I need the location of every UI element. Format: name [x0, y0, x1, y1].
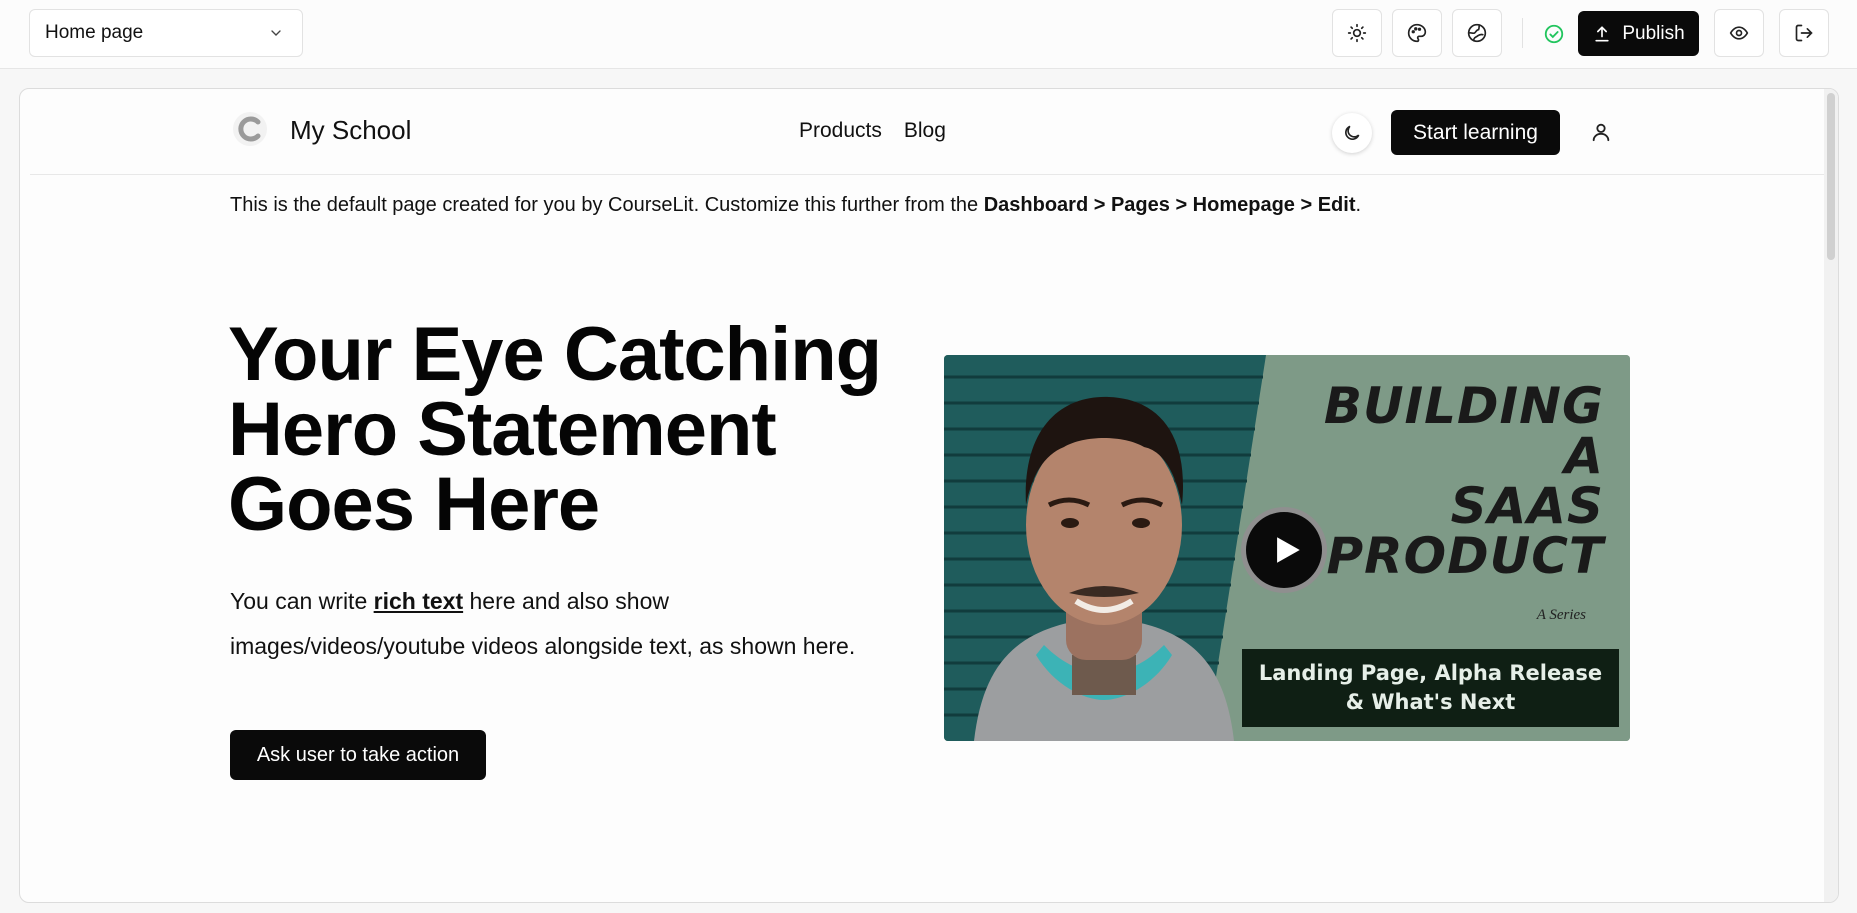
publish-button[interactable]: Publish	[1578, 11, 1699, 56]
play-icon	[1277, 537, 1300, 563]
video-caption-line: Landing Page, Alpha Release	[1258, 661, 1603, 685]
editor-toolbar: Home page Publish	[0, 0, 1857, 69]
default-page-notice: This is the default page created for you…	[230, 194, 1361, 217]
hero-text-link[interactable]: rich text	[374, 588, 463, 614]
sun-icon	[1347, 23, 1367, 43]
site-nav: Products Blog	[799, 119, 946, 143]
site-brand[interactable]: My School	[290, 115, 411, 146]
video-title-line: A	[1564, 427, 1604, 485]
play-button[interactable]	[1241, 507, 1327, 593]
nav-link-products[interactable]: Products	[799, 119, 882, 143]
theme-button[interactable]	[1332, 9, 1382, 57]
notice-path: Dashboard > Pages > Homepage > Edit	[983, 194, 1356, 216]
nav-link-blog[interactable]: Blog	[904, 119, 946, 143]
hero-text-start: You can write	[230, 588, 374, 614]
check-circle-icon	[1544, 24, 1564, 44]
design-button[interactable]	[1392, 9, 1442, 57]
video-thumbnail[interactable]: BUILDING A SAAS PRODUCT A Series Landing…	[944, 355, 1630, 741]
canvas-scrollbar[interactable]	[1824, 89, 1838, 902]
video-title-line: BUILDING	[1323, 377, 1604, 435]
site-header: My School Products Blog Start learning	[30, 89, 1826, 175]
palette-icon	[1407, 23, 1427, 43]
notice-suffix: .	[1355, 194, 1362, 216]
globe-icon	[1467, 23, 1487, 43]
chevron-down-icon	[271, 30, 281, 36]
page-canvas: My School Products Blog Start learning T…	[19, 88, 1839, 903]
scrollbar-thumb[interactable]	[1827, 93, 1835, 260]
hero-title: Your Eye Catching Hero Statement Goes He…	[228, 312, 882, 547]
logout-icon	[1795, 24, 1813, 42]
video-title: BUILDING A SAAS PRODUCT	[1324, 381, 1604, 581]
video-caption-line: & What's Next	[1345, 690, 1516, 714]
notice-text: This is the default page created for you…	[230, 194, 984, 216]
upload-icon	[1595, 25, 1609, 42]
video-caption: Landing Page, Alpha Release & What's Nex…	[1242, 649, 1619, 727]
exit-button[interactable]	[1779, 9, 1829, 57]
video-title-line: PRODUCT	[1326, 527, 1604, 585]
dark-mode-toggle[interactable]	[1332, 113, 1372, 153]
page-selector-value: Home page	[45, 22, 144, 43]
video-series-label: A Series	[1536, 607, 1586, 623]
hero-text: You can write rich text here and also sh…	[230, 579, 910, 669]
publish-label: Publish	[1622, 22, 1685, 44]
video-title-line: SAAS	[1450, 477, 1604, 535]
user-icon[interactable]	[1590, 121, 1612, 143]
cta-button[interactable]: Ask user to take action	[230, 730, 486, 780]
start-learning-button[interactable]: Start learning	[1391, 110, 1560, 155]
eye-icon	[1729, 26, 1749, 40]
toolbar-divider	[1522, 18, 1523, 48]
site-settings-button[interactable]	[1452, 9, 1502, 57]
courselit-logo-icon	[233, 112, 267, 146]
preview-button[interactable]	[1714, 9, 1764, 57]
page-selector[interactable]: Home page	[29, 9, 303, 57]
moon-icon	[1345, 125, 1360, 140]
